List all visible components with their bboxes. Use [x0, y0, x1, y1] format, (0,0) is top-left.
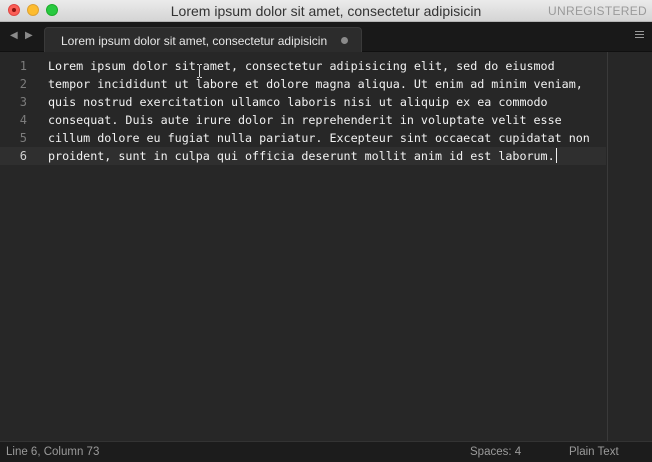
title-bar[interactable]: Lorem ipsum dolor sit amet, consectetur … [0, 0, 652, 22]
line-number: 4 [19, 113, 27, 127]
cursor-position-label: Line 6, Column 73 [6, 446, 100, 458]
unsaved-dot-icon[interactable] [341, 37, 348, 44]
tab-document[interactable]: Lorem ipsum dolor sit amet, consectetur … [44, 27, 362, 52]
line-number: 1 [19, 59, 27, 73]
editor-area[interactable]: 1 2 3 4 5 6 Lorem ipsum dolor sit amet, … [0, 52, 652, 441]
code-line[interactable]: tempor incididunt ut labore et dolore ma… [48, 75, 604, 93]
tab-label: Lorem ipsum dolor sit amet, consectetur … [61, 34, 328, 48]
line-number-gutter: 1 2 3 4 5 6 [0, 57, 40, 165]
back-arrow-icon[interactable]: ◀ [10, 30, 18, 41]
code-text[interactable]: Lorem ipsum dolor sit amet, consectetur … [48, 57, 604, 165]
status-bar: Line 6, Column 73 Spaces: 4 Plain Text [0, 441, 652, 462]
code-line-text: proident, sunt in culpa qui officia dese… [48, 149, 555, 163]
editor-window: Lorem ipsum dolor sit amet, consectetur … [0, 0, 652, 462]
tab-bar: ◀ ▶ Lorem ipsum dolor sit amet, consecte… [0, 22, 652, 52]
code-line[interactable]: Lorem ipsum dolor sit amet, consectetur … [48, 57, 604, 75]
indentation-selector[interactable]: Spaces: 4 [470, 446, 521, 458]
line-number-active: 6 [19, 149, 27, 163]
code-line[interactable]: quis nostrud exercitation ullamco labori… [48, 93, 604, 111]
license-status-label: UNREGISTERED [548, 4, 647, 18]
code-line[interactable]: cillum dolore eu fugiat nulla pariatur. … [48, 129, 604, 147]
syntax-selector[interactable]: Plain Text [569, 446, 619, 458]
line-number: 3 [19, 95, 27, 109]
code-line-active[interactable]: proident, sunt in culpa qui officia dese… [48, 147, 604, 165]
menu-icon[interactable] [635, 31, 644, 40]
forward-arrow-icon[interactable]: ▶ [25, 30, 33, 41]
ibeam-cursor-icon [197, 64, 202, 78]
code-line[interactable]: consequat. Duis aute irure dolor in repr… [48, 111, 604, 129]
minimap-divider [607, 52, 608, 441]
text-caret [555, 148, 557, 163]
line-number: 2 [19, 77, 27, 91]
line-number: 5 [19, 131, 27, 145]
